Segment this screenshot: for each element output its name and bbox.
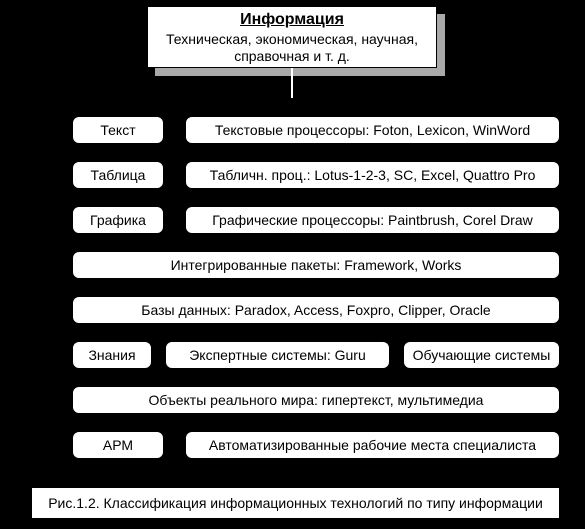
desc-text-processors: Текстовые процессоры: Foton, Lexicon, Wi…: [185, 116, 560, 144]
desc-databases-value: Базы данных: Paradox, Access, Foxpro, Cl…: [141, 302, 490, 318]
label-table-value: Таблица: [91, 167, 146, 183]
label-graphics: Графика: [72, 206, 164, 234]
desc-table-processors-value: Табличн. проц.: Lotus-1-2-3, SC, Excel, …: [210, 167, 536, 183]
label-text-value: Текст: [100, 122, 135, 138]
figure-caption: Рис.1.2. Классификация информационных те…: [31, 487, 560, 519]
label-knowledge: Знания: [72, 341, 152, 369]
desc-databases: Базы данных: Paradox, Access, Foxpro, Cl…: [72, 296, 560, 324]
header-title: Информация: [154, 11, 430, 29]
desc-learning-systems-value: Обучающие системы: [413, 347, 551, 363]
label-graphics-value: Графика: [90, 212, 146, 228]
label-arm: АРМ: [72, 431, 164, 459]
desc-graphics-processors: Графические процессоры: Paintbrush, Core…: [185, 206, 560, 234]
figure-caption-value: Рис.1.2. Классификация информационных те…: [48, 495, 543, 511]
label-text: Текст: [72, 116, 164, 144]
desc-arm: Автоматизированные рабочие места специал…: [185, 431, 560, 459]
connector-stem: [291, 68, 293, 98]
desc-table-processors: Табличн. проц.: Lotus-1-2-3, SC, Excel, …: [185, 161, 560, 189]
desc-learning-systems: Обучающие системы: [403, 341, 560, 369]
desc-expert-systems-value: Экспертные системы: Guru: [189, 347, 366, 363]
desc-expert-systems: Экспертные системы: Guru: [165, 341, 390, 369]
desc-real-world-value: Объекты реального мира: гипертекст, муль…: [149, 392, 484, 408]
label-table: Таблица: [72, 161, 164, 189]
header-subtitle: Техническая, экономическая, научная, спр…: [154, 31, 430, 65]
desc-real-world: Объекты реального мира: гипертекст, муль…: [72, 386, 560, 414]
desc-graphics-processors-value: Графические процессоры: Paintbrush, Core…: [212, 212, 533, 228]
desc-integrated-value: Интегрированные пакеты: Framework, Works: [171, 257, 462, 273]
label-arm-value: АРМ: [103, 437, 133, 453]
desc-integrated: Интегрированные пакеты: Framework, Works: [72, 251, 560, 279]
header-box: Информация Техническая, экономическая, н…: [147, 6, 437, 68]
desc-arm-value: Автоматизированные рабочие места специал…: [209, 437, 536, 453]
label-knowledge-value: Знания: [88, 347, 135, 363]
desc-text-processors-value: Текстовые процессоры: Foton, Lexicon, Wi…: [215, 122, 530, 138]
